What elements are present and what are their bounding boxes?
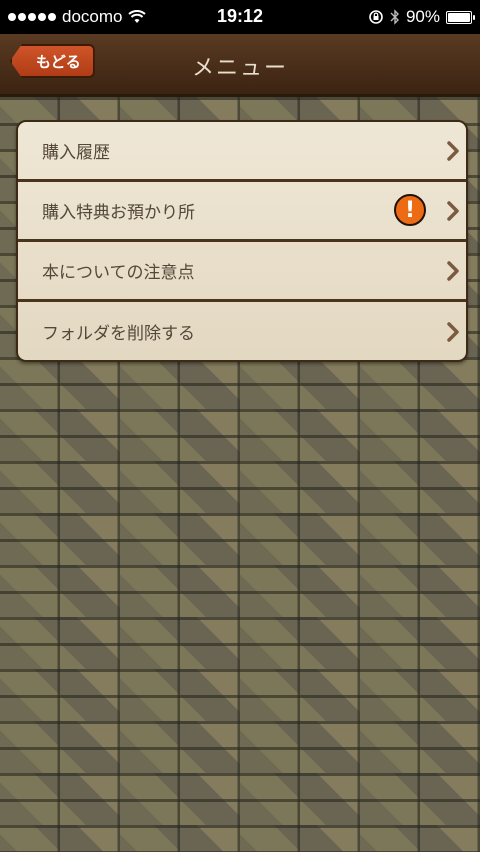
chevron-right-icon [447, 260, 459, 281]
page-title: メニュー [191, 56, 288, 81]
chevron-right-icon [447, 200, 459, 221]
chevron-right-icon [447, 140, 459, 161]
battery-icon [446, 10, 475, 24]
chevron-right-icon [447, 321, 459, 342]
menu-item-purchase-history[interactable]: 購入履歴 [18, 122, 466, 182]
navigation-bar: もどる メニュー [0, 34, 480, 97]
menu-card: 購入履歴 購入特典お預かり所 ! 本についての注意点 フォルダを削除する [16, 120, 468, 362]
bluetooth-icon [390, 9, 399, 25]
status-right: 90% [368, 7, 475, 27]
menu-item-label: 購入履歴 [42, 143, 110, 163]
alert-icon: ! [394, 194, 426, 226]
menu-item-label: 購入特典お預かり所 [42, 203, 195, 223]
status-bar: docomo 19:12 90% [0, 0, 480, 34]
battery-percent: 90% [405, 7, 440, 26]
rotation-lock-icon [369, 10, 383, 24]
menu-item-purchase-bonus-storage[interactable]: 購入特典お預かり所 ! [18, 182, 466, 242]
menu-item-label: 本についての注意点 [42, 263, 195, 283]
battery-level [448, 12, 470, 22]
menu-item-label: フォルダを削除する [42, 324, 195, 344]
menu-item-book-notes[interactable]: 本についての注意点 [18, 242, 466, 302]
menu-item-delete-folder[interactable]: フォルダを削除する [18, 302, 466, 360]
